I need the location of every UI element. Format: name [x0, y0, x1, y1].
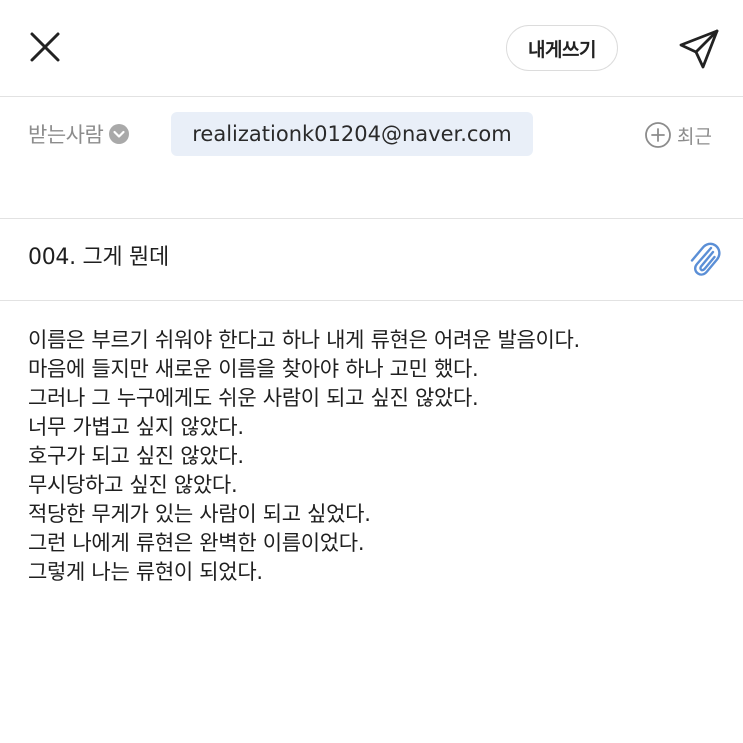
- recent-label: 최근: [677, 125, 712, 148]
- body-line: 그런 나에게 류현은 완벽한 이름이었다.: [28, 531, 365, 555]
- body-line: 너무 가볍고 싶지 않았다.: [28, 415, 244, 439]
- recipient-chip[interactable]: realizationk01204@naver.com: [171, 112, 533, 156]
- body-line: 호구가 되고 싶진 않았다.: [28, 444, 244, 468]
- paperclip-icon: [690, 242, 721, 276]
- close-button[interactable]: [26, 28, 64, 66]
- body-line: 그러나 그 누구에게도 쉬운 사람이 되고 싶진 않았다.: [28, 386, 479, 410]
- body-line: 무시당하고 싶진 않았다.: [28, 473, 238, 497]
- paper-plane-icon: [679, 29, 719, 69]
- chevron-down-circle-icon[interactable]: [108, 123, 130, 145]
- recipient-row: 받는사람 realizationk01204@naver.com 최근: [0, 96, 743, 219]
- message-body[interactable]: 이름은 부르기 쉬워야 한다고 하나 내게 류현은 어려운 발음이다. 마음에 …: [28, 326, 718, 587]
- write-to-self-button[interactable]: 내게쓰기: [506, 25, 618, 71]
- close-icon: [30, 32, 60, 62]
- subject-field[interactable]: 004. 그게 뭔데: [28, 243, 169, 273]
- subject-row: 004. 그게 뭔데: [0, 219, 743, 301]
- body-line: 그렇게 나는 류현이 되었다.: [28, 560, 263, 584]
- body-line: 이름은 부르기 쉬워야 한다고 하나 내게 류현은 어려운 발음이다.: [28, 328, 580, 352]
- body-line: 적당한 무게가 있는 사람이 되고 싶었다.: [28, 502, 371, 526]
- recipient-label: 받는사람: [28, 123, 104, 147]
- recent-button[interactable]: 최근: [644, 121, 712, 149]
- top-toolbar: 내게쓰기: [0, 0, 743, 97]
- recipient-label-group[interactable]: 받는사람: [28, 120, 130, 148]
- attach-button[interactable]: [684, 237, 724, 281]
- body-line: 마음에 들지만 새로운 이름을 찾아야 하나 고민 했다.: [28, 357, 479, 381]
- plus-circle-icon: [645, 122, 671, 148]
- send-button[interactable]: [676, 26, 722, 72]
